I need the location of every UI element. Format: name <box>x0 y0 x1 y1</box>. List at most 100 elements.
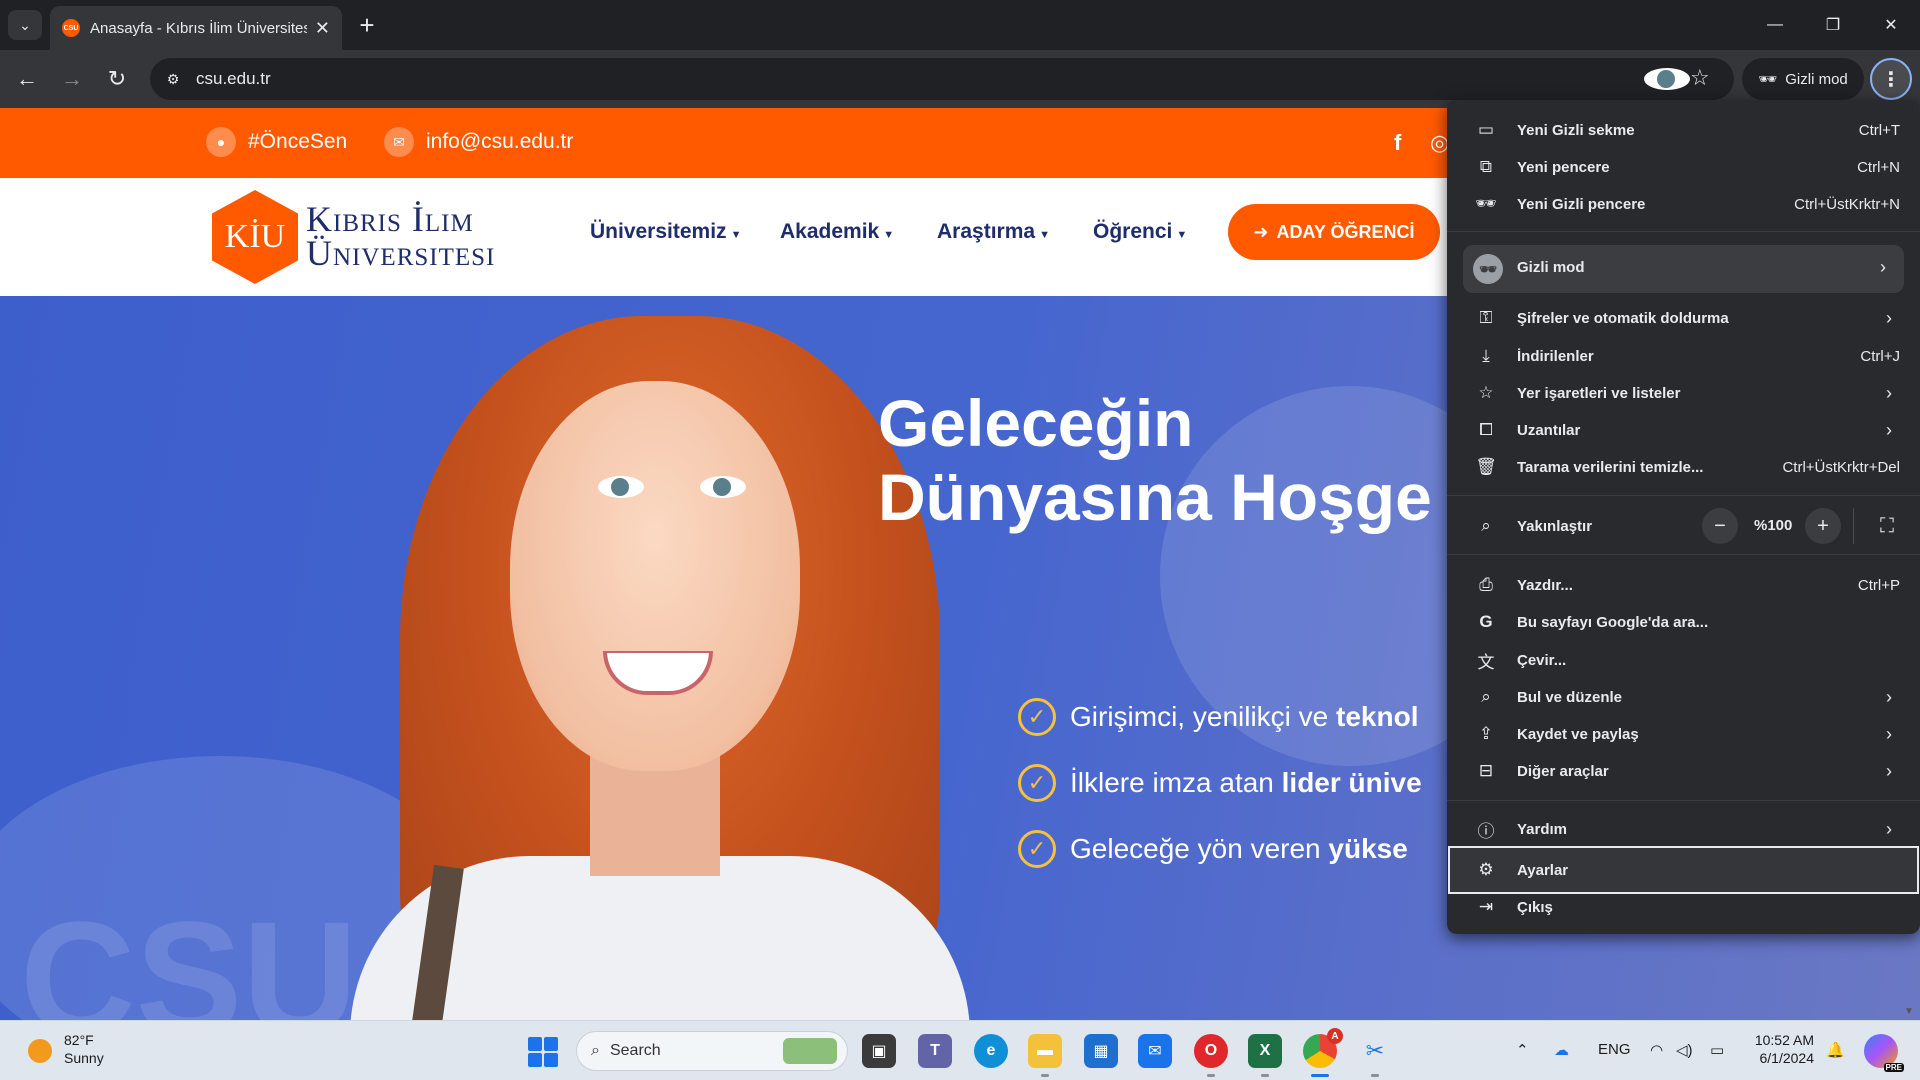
incognito-avatar-icon: 🕶 <box>1473 254 1503 284</box>
store-icon[interactable]: ▦ <box>1084 1034 1118 1068</box>
menu-clear-browsing-data[interactable]: 🗑 Tarama verilerini temizle... Ctrl+ÜstKrk… <box>1447 449 1920 485</box>
zoom-level: %100 <box>1754 517 1793 534</box>
university-logo-mark[interactable]: KİU <box>212 190 298 284</box>
email-link[interactable]: ✉ info@csu.edu.tr <box>384 127 573 157</box>
hashtag-link[interactable]: ● #ÖnceSen <box>206 127 347 157</box>
chevron-right-icon: › <box>1886 760 1892 781</box>
input-language[interactable]: ENG <box>1598 1041 1631 1058</box>
key-icon: ⚿ <box>1479 308 1493 327</box>
menu-divider <box>1447 495 1920 496</box>
minimize-button[interactable]: — <box>1746 0 1804 50</box>
search-placeholder: Search <box>609 1042 661 1059</box>
menu-extensions[interactable]: ⧠ Uzantılar › <box>1447 412 1920 448</box>
menu-find-edit[interactable]: ⌕ Bul ve düzenle › <box>1447 679 1920 715</box>
reload-button[interactable]: ↻ <box>100 62 134 96</box>
nav-label: Öğrenci <box>1093 220 1173 243</box>
taskbar-search-box[interactable]: ⌕ Search <box>576 1031 848 1071</box>
exit-icon: ⇥ <box>1478 897 1494 916</box>
menu-exit[interactable]: ⇥ Çıkış <box>1447 889 1920 925</box>
excel-icon[interactable]: X <box>1248 1034 1282 1077</box>
menu-bookmarks[interactable]: ☆ Yer işaretleri ve listeler › <box>1447 375 1920 411</box>
check-circle-icon: ✓ <box>1018 830 1056 868</box>
weather-sun-icon[interactable] <box>28 1039 52 1063</box>
trash-icon: 🗑 <box>1475 457 1497 476</box>
menu-save-share[interactable]: ⇪ Kaydet ve paylaş › <box>1447 716 1920 752</box>
mail-icon[interactable]: ✉ <box>1138 1034 1172 1068</box>
tab-search-button[interactable]: ⌄ <box>8 10 42 40</box>
check-circle-icon: ✓ <box>1018 764 1056 802</box>
menu-new-incognito-window[interactable]: 🕶 Yeni Gizli pencere Ctrl+ÜstKrktr+N <box>1447 186 1920 222</box>
weather-widget[interactable]: 82°F Sunny <box>64 1031 104 1067</box>
file-explorer-icon[interactable]: ▬ <box>1028 1034 1062 1077</box>
aday-ogrenci-button[interactable]: ➜ ADAY ÖĞRENCİ <box>1228 204 1440 260</box>
menu-passwords[interactable]: ⚿ Şifreler ve otomatik doldurma › <box>1447 300 1920 336</box>
menu-more-tools[interactable]: ⊟ Diğer araçlar › <box>1447 753 1920 789</box>
zoom-out-button[interactable]: − <box>1702 508 1738 544</box>
csu-watermark: CSU <box>20 888 358 1020</box>
active-tab[interactable]: CSU Anasayfa - Kıbrıs İlim Üniversitesi … <box>50 6 342 50</box>
system-clock[interactable]: 10:52 AM 6/1/2024 <box>1740 1031 1814 1067</box>
edge-icon[interactable]: e <box>974 1034 1008 1068</box>
clock-time: 10:52 AM <box>1754 1032 1814 1048</box>
nav-ogrenci[interactable]: Öğrenci ▼ <box>1093 220 1187 244</box>
forward-button[interactable]: → <box>55 62 89 96</box>
task-view-icon[interactable]: ▣ <box>862 1034 896 1068</box>
extension-icon: ⧠ <box>1479 420 1493 439</box>
volume-icon[interactable]: ◁) <box>1676 1041 1693 1059</box>
menu-settings[interactable]: ⚙ Ayarlar <box>1447 852 1920 888</box>
eye-shape <box>700 476 746 498</box>
menu-help[interactable]: ⓘ Yardım › <box>1447 811 1920 847</box>
close-window-button[interactable]: ✕ <box>1862 0 1920 50</box>
opera-icon[interactable]: O <box>1194 1034 1228 1077</box>
menu-new-window[interactable]: ⧉ Yeni pencere Ctrl+N <box>1447 149 1920 185</box>
menu-search-google[interactable]: G Bu sayfayı Google'da ara... <box>1447 604 1920 640</box>
tracking-protection-icon[interactable]: ◌ <box>1644 68 1690 90</box>
new-tab-button[interactable]: + <box>352 10 382 40</box>
menu-downloads[interactable]: ⤓ İndirilenler Ctrl+J <box>1447 338 1920 374</box>
snipping-tool-icon[interactable]: ✂ <box>1358 1034 1392 1077</box>
menu-incognito-profile[interactable]: 🕶 Gizli mod › <box>1463 245 1904 293</box>
site-info-icon[interactable]: ⚙ <box>160 66 186 92</box>
hero-bullet-1: ✓ Girişimci, yenilikçi ve teknol <box>1018 698 1419 736</box>
zoom-icon: ⌕ <box>1481 516 1491 535</box>
chevron-down-icon: ⌄ <box>19 16 31 33</box>
scroll-down-arrow[interactable]: ▼ <box>1904 1006 1914 1017</box>
tab-strip: ⌄ CSU Anasayfa - Kıbrıs İlim Üniversites… <box>0 0 1920 50</box>
arrow-right-icon: ➜ <box>1253 221 1269 242</box>
menu-print[interactable]: ⎙ Yazdır... Ctrl+P <box>1447 567 1920 603</box>
teams-icon[interactable]: T <box>918 1034 952 1068</box>
restore-button[interactable]: ❐ <box>1804 0 1862 50</box>
onedrive-icon[interactable]: ☁ <box>1554 1041 1569 1059</box>
notification-bell-icon[interactable]: 🔔 <box>1826 1041 1845 1059</box>
zoom-in-button[interactable]: + <box>1805 508 1841 544</box>
university-logo-text[interactable]: Kıbrıs İlim Üniversitesi <box>306 201 496 273</box>
chrome-icon[interactable]: A <box>1303 1028 1343 1077</box>
hero-title-line-1: Geleceğin <box>878 386 1194 460</box>
bookmark-star-icon[interactable]: ☆ <box>1690 65 1710 91</box>
facebook-icon[interactable]: f <box>1394 130 1401 156</box>
close-tab-icon[interactable]: ✕ <box>315 18 330 39</box>
menu-new-incognito-tab[interactable]: ▭ Yeni Gizli sekme Ctrl+T <box>1447 112 1920 148</box>
check-circle-icon: ✓ <box>1018 698 1056 736</box>
menu-divider <box>1853 508 1854 544</box>
caret-down-icon: ▼ <box>1176 229 1188 241</box>
chevron-right-icon: › <box>1886 723 1892 744</box>
incognito-indicator[interactable]: 🕶 Gizli mod <box>1742 58 1864 100</box>
battery-icon[interactable]: ▭ <box>1710 1041 1724 1059</box>
show-hidden-icons[interactable]: ⌃ <box>1516 1041 1529 1059</box>
chrome-badge: A <box>1327 1028 1343 1044</box>
logo-line-2: Üniversitesi <box>306 233 496 273</box>
url-text[interactable]: csu.edu.tr <box>196 69 271 89</box>
fullscreen-button[interactable]: ⛶ <box>1869 508 1905 544</box>
address-bar[interactable]: ⚙ csu.edu.tr ◌ ☆ <box>150 58 1734 100</box>
wifi-icon[interactable]: ◠ <box>1650 1041 1663 1059</box>
nav-arastirma[interactable]: Araştırma ▼ <box>937 220 1050 244</box>
menu-translate[interactable]: 文 Çevir... <box>1447 642 1920 678</box>
nav-universitemiz[interactable]: Üniversitemiz ▼ <box>590 220 741 244</box>
windows-start-icon[interactable] <box>528 1037 558 1067</box>
back-button[interactable]: ← <box>10 62 44 96</box>
nav-akademik[interactable]: Akademik ▼ <box>780 220 894 244</box>
copilot-icon[interactable]: PRE <box>1864 1034 1904 1072</box>
chrome-menu-button[interactable]: ⋮ <box>1870 58 1912 100</box>
weather-condition: Sunny <box>64 1050 104 1066</box>
